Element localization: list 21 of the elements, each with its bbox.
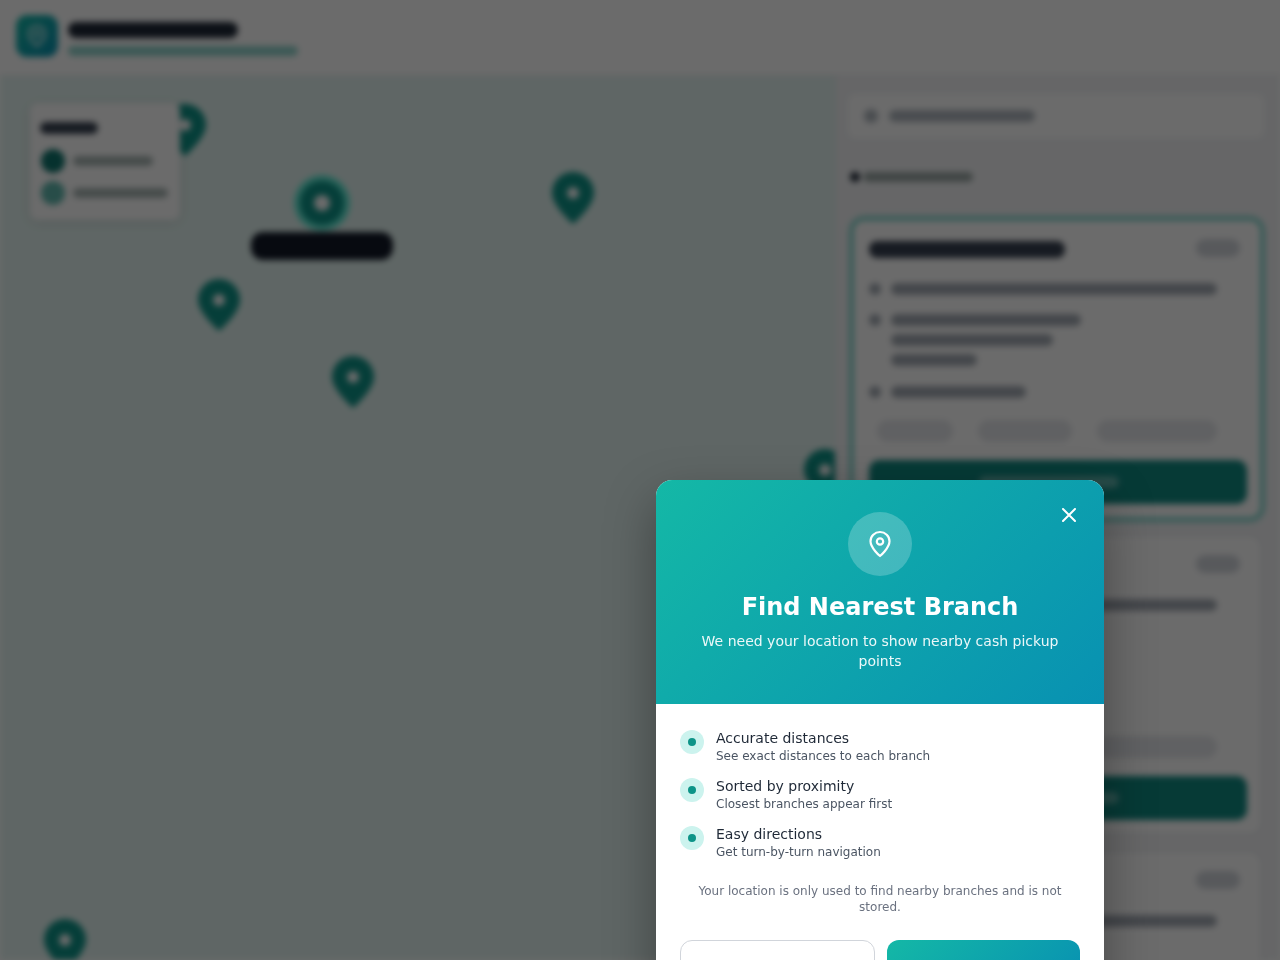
location-pin-icon (848, 512, 912, 576)
feature-description: Get turn-by-turn navigation (716, 844, 881, 860)
map-pin-icon[interactable] (332, 356, 374, 408)
feature-title: Sorted by proximity (716, 777, 855, 796)
map-pin-icon[interactable] (294, 175, 350, 231)
bullet-dot-icon (680, 778, 704, 802)
map-pin-icon[interactable] (44, 919, 86, 960)
app-logo-icon (16, 15, 58, 57)
privacy-note: Your location is only used to find nearby branches and is not stored. (697, 883, 1063, 915)
close-icon (1062, 508, 1076, 522)
branch-card[interactable] (851, 218, 1263, 520)
dialog-title: Find Nearest Branch (741, 592, 1019, 623)
feature-description: See exact distances to each branch (716, 748, 931, 764)
feature-title: Easy directions (716, 825, 823, 844)
bullet-dot-icon (680, 826, 704, 850)
map-pin-icon[interactable] (552, 172, 594, 224)
map-pin-icon[interactable] (198, 279, 240, 331)
feature-title: Accurate distances (716, 729, 850, 748)
dialog-subtitle: We need your location to show nearby cash pickup points (700, 632, 1060, 671)
bullet-dot-icon (680, 730, 704, 754)
feature-description: Closest branches appear first (716, 796, 893, 812)
